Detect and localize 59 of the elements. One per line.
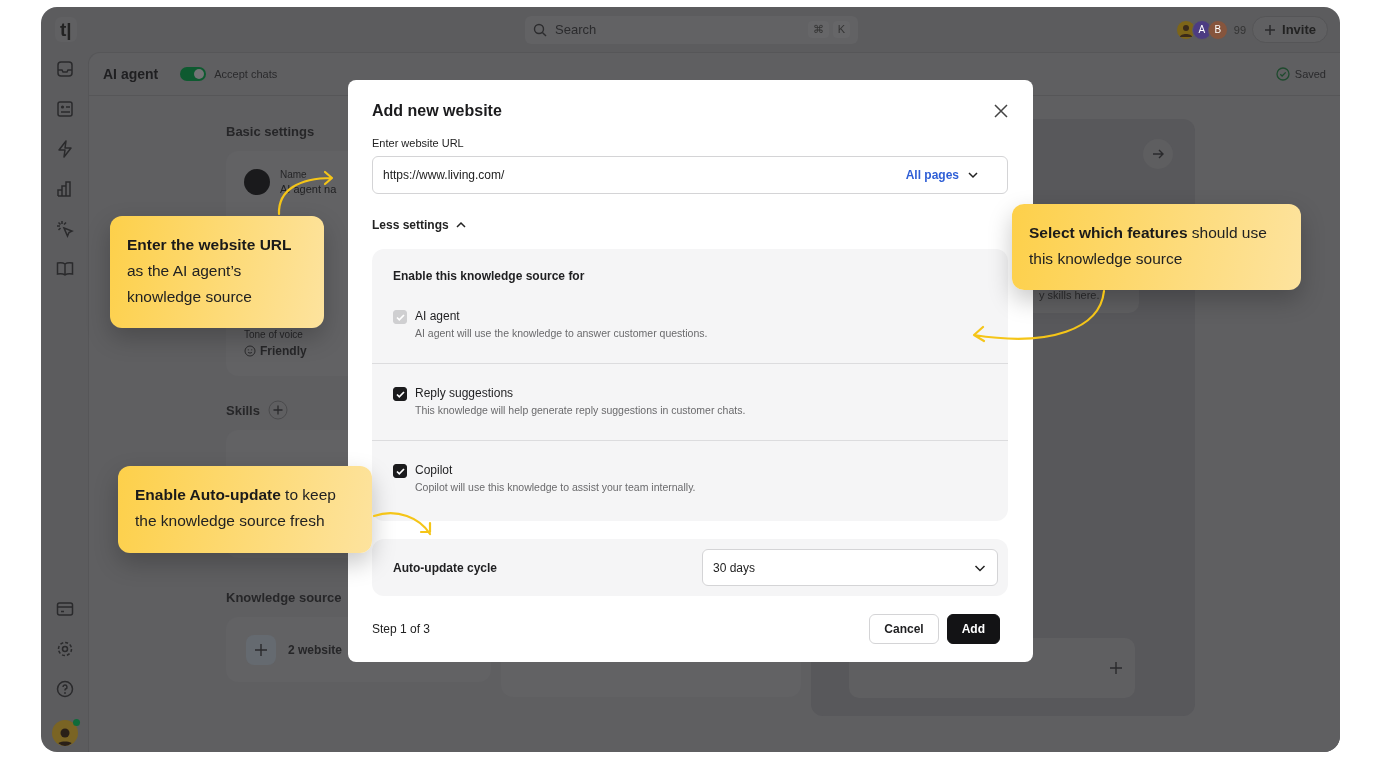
add-button[interactable]: Add	[946, 614, 1000, 644]
section-heading: Knowledge source	[226, 590, 343, 605]
add-button[interactable]	[246, 634, 276, 665]
checkbox-description: This knowledge will help generate reply suggestions in customer chats.	[415, 404, 746, 416]
contact-card-icon[interactable]	[55, 100, 74, 118]
field-label: Name	[280, 169, 308, 180]
sparkle-cursor-icon[interactable]	[55, 220, 74, 238]
agent-avatar	[244, 169, 270, 195]
search-icon	[533, 22, 547, 37]
checkbox-label: AI agent	[415, 309, 461, 323]
callout-tip: Enter the website URL as the AI agent’s knowledge source	[110, 216, 324, 328]
dialog-title: Add new website	[372, 102, 502, 120]
step-indicator: Step 1 of 3	[372, 622, 431, 636]
panel-heading: Enable this knowledge source for	[392, 269, 586, 283]
url-value: https://www.living.com/	[383, 168, 505, 182]
field-value: Friendly	[260, 344, 307, 358]
page-title: AI agent	[103, 66, 159, 82]
inbox-icon[interactable]	[55, 60, 74, 78]
check-circle-icon	[1275, 67, 1290, 81]
close-icon[interactable]	[994, 104, 1008, 118]
plus-icon	[254, 642, 268, 657]
lightning-icon[interactable]	[55, 140, 74, 158]
checkbox[interactable]	[393, 464, 407, 478]
website-count: 2 website	[288, 642, 343, 657]
checkbox[interactable]	[393, 387, 407, 401]
settings-toggle-button[interactable]: Less settings	[372, 218, 467, 232]
add-icon[interactable]	[267, 400, 288, 420]
shortcut-key: ⌘	[807, 21, 829, 38]
checkbox-description: Copilot will use this knowledge to assist your team internally.	[415, 481, 696, 493]
user-avatar[interactable]	[51, 720, 78, 746]
bar-chart-icon[interactable]	[55, 180, 74, 198]
field-label: Enter website URL	[372, 137, 465, 149]
checkbox-label: Copilot	[415, 463, 454, 477]
url-input-field[interactable]: https://www.living.com/ All pages	[372, 156, 1008, 194]
arrow-right-icon	[1151, 147, 1165, 161]
page-scope-dropdown[interactable]: All pages	[905, 168, 979, 182]
field-label: Auto-update cycle	[393, 560, 497, 575]
toggle-switch[interactable]	[180, 67, 207, 81]
add-icon[interactable]	[1109, 661, 1123, 675]
book-icon[interactable]	[55, 260, 74, 278]
smiley-icon	[244, 345, 256, 357]
user-avatar[interactable]: B	[1207, 19, 1228, 40]
section-heading: Skills	[226, 402, 260, 418]
cycle-dropdown[interactable]: 30 days	[702, 549, 998, 586]
help-icon[interactable]	[55, 680, 74, 698]
cancel-button[interactable]: Cancel	[869, 614, 939, 644]
settings-icon[interactable]	[55, 640, 74, 658]
curved-arrow	[372, 510, 434, 538]
plus-icon	[1264, 23, 1277, 36]
checkbox-description: AI agent will use the knowledge to answer customer questions.	[415, 327, 708, 339]
section-heading: Basic settings	[226, 124, 316, 139]
callout-tip: Select which features should use this knowledge source	[1012, 204, 1301, 290]
arrow-right-button[interactable]	[1143, 139, 1173, 169]
user-avatar[interactable]	[1175, 19, 1196, 40]
checkbox-label: Reply suggestions	[415, 386, 515, 400]
credit-card-icon[interactable]	[55, 600, 74, 618]
user-avatar[interactable]: A	[1191, 19, 1212, 40]
callout-tip: Enable Auto-update to keep the knowledge source fresh	[118, 466, 372, 553]
chevron-down-icon	[967, 169, 979, 181]
